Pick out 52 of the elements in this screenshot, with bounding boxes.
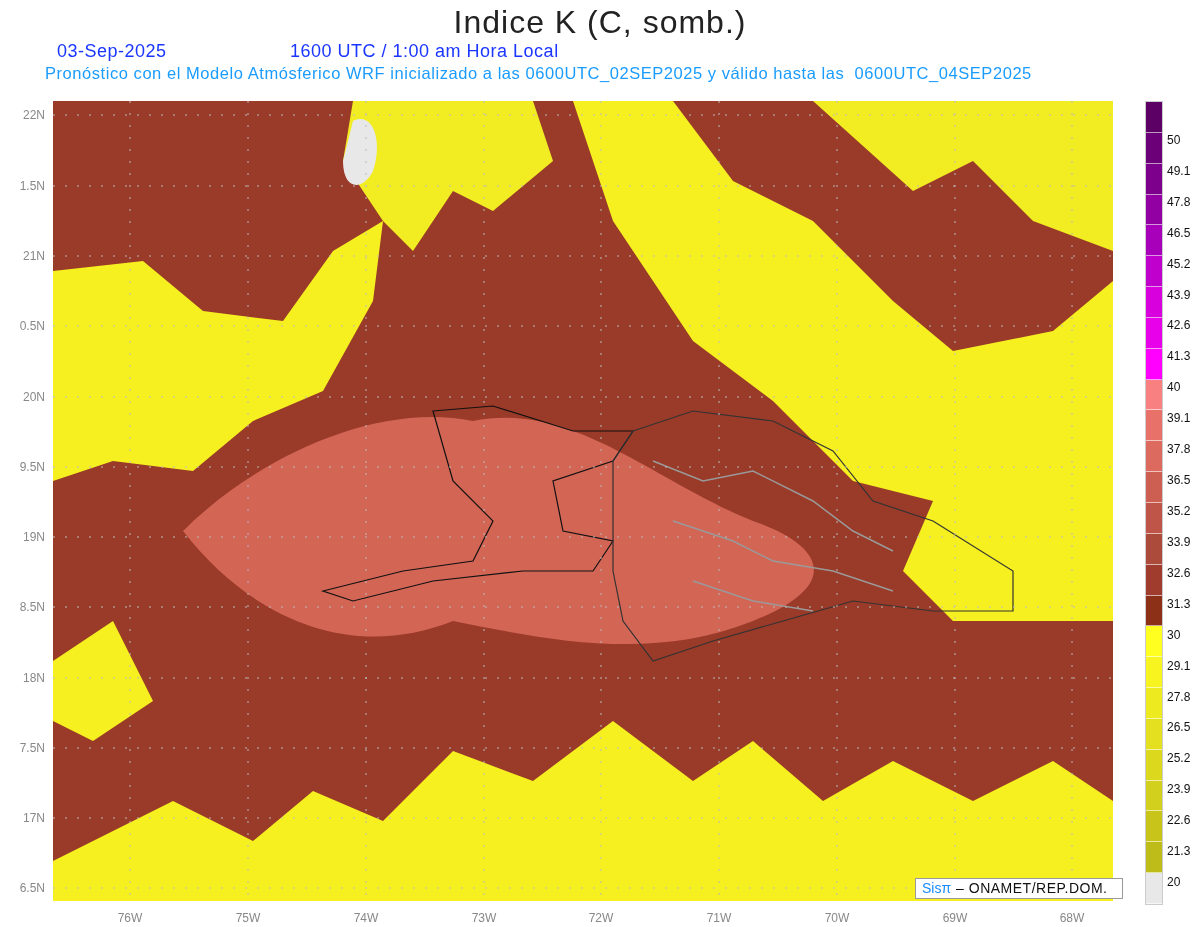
latitude-label: 20N	[23, 390, 45, 404]
colorbar-label: 35.2	[1167, 504, 1191, 518]
colorbar-label: 50	[1167, 132, 1181, 147]
colorbar-label: 36.5	[1167, 473, 1191, 488]
colorbar-label: 49.1	[1167, 163, 1191, 178]
latitude-label: 6.5N	[19, 881, 45, 895]
longitude-label: 71W	[705, 911, 733, 925]
colorbar-label: 22.6	[1167, 813, 1191, 828]
colorbar-label: 43.9	[1167, 287, 1191, 302]
latitude-label: 17N	[23, 811, 45, 825]
colorbar-label: 39.1	[1167, 411, 1191, 426]
colorbar-label: 47.8	[1167, 194, 1191, 209]
latitude-label: 18N	[23, 671, 45, 685]
latitude-label: 21N	[23, 249, 45, 263]
colorbar-label: 45.2	[1167, 256, 1191, 271]
colorbar-label: 46.5	[1167, 225, 1191, 240]
longitude-label: 73W	[470, 911, 498, 925]
colorbar-label: 32.6	[1167, 565, 1191, 580]
forecast-subtitle: Pronóstico con el Modelo Atmósferico WRF inicializado a las 0600UTC_02SEP2025 y válido hasta las 0600UTC_04SEP2025	[45, 62, 1032, 84]
latitude-label: 8.5N	[19, 600, 45, 614]
credit-text: – ONAMET/REP.DOM.	[956, 879, 1108, 898]
latitude-label: 0.5N	[19, 319, 45, 333]
longitude-label: 75W	[234, 911, 262, 925]
longitude-label: 74W	[352, 911, 380, 925]
latitude-label: 9.5N	[19, 460, 45, 474]
colorbar-label: 31.3	[1167, 596, 1191, 611]
colorbar-label: 33.9	[1167, 534, 1191, 549]
time-label: 1600 UTC / 1:00 am Hora Local	[290, 39, 559, 63]
colorbar-label: 27.8	[1167, 689, 1191, 704]
colorbar-label: 30	[1167, 627, 1181, 642]
colorbar-label: 25.2	[1167, 751, 1191, 766]
logo-text: Sisπ	[922, 879, 952, 898]
longitude-label: 76W	[116, 911, 144, 925]
colorbar-label: 21.3	[1167, 844, 1191, 859]
longitude-label: 70W	[823, 911, 851, 925]
longitude-label: 72W	[587, 911, 615, 925]
date-label: 03-Sep-2025	[57, 39, 168, 63]
longitude-label: 69W	[941, 911, 969, 925]
colorbar-label: 26.5	[1167, 720, 1191, 735]
map-title: Indice K (C, somb.)	[453, 3, 747, 41]
latitude-label: 19N	[23, 530, 45, 544]
colorbar-label: 40	[1167, 380, 1181, 395]
colorbar-label: 37.8	[1167, 442, 1191, 457]
colorbar-label: 23.9	[1167, 782, 1191, 797]
colorbar-label: 29.1	[1167, 658, 1191, 673]
latitude-label: 1.5N	[19, 179, 45, 193]
colorbar-label: 41.3	[1167, 349, 1191, 364]
colorbar-label: 20	[1167, 875, 1181, 890]
colorbar-label: 42.6	[1167, 318, 1191, 333]
longitude-label: 68W	[1058, 911, 1086, 925]
latitude-label: 22N	[23, 108, 45, 122]
latitude-label: 7.5N	[19, 741, 45, 755]
